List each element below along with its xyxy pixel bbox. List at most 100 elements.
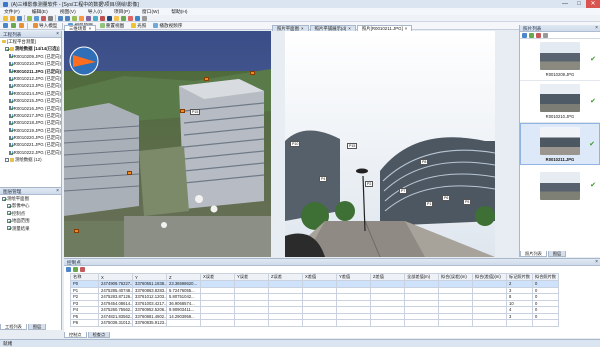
photo-marker-p6[interactable]: P6	[442, 195, 451, 201]
menu-view[interactable]: 视图(V)	[60, 8, 76, 15]
menu-import[interactable]: 导入(I)	[88, 8, 102, 15]
tree-photo-item[interactable]: R0010218.JPG (已定向)	[2, 119, 61, 126]
minimize-button[interactable]: —	[558, 0, 572, 8]
photo-viewport[interactable]: P10 P15 P4 P8 P2 P1 P6 P5 P7	[285, 31, 495, 257]
column-header[interactable]: Y差值	[336, 273, 371, 281]
move-icon[interactable]	[48, 15, 53, 21]
tab-project[interactable]: 工程列表	[0, 324, 27, 330]
photo-checkbox[interactable]	[9, 128, 12, 133]
column-header[interactable]: Y误差	[234, 273, 269, 281]
photo-checkbox[interactable]	[9, 61, 12, 66]
model-icon[interactable]	[19, 23, 24, 28]
menu-help[interactable]: 帮助(H)	[171, 8, 187, 15]
tree-root[interactable]: [工程平台测量]	[2, 38, 61, 45]
save-icon[interactable]	[17, 15, 22, 21]
table-row[interactable]: P6 2475039.31012... 33760835.9123...	[70, 319, 559, 327]
layer-checkbox[interactable]	[7, 218, 11, 223]
photo-checkbox[interactable]	[9, 54, 12, 59]
photo-marker-p2[interactable]: P2	[365, 181, 374, 187]
tree-footer-group[interactable]: 测绘数据 (12)	[2, 156, 61, 163]
tab-control-points[interactable]: 控制点	[64, 332, 87, 338]
close-icon[interactable]: ×	[56, 188, 59, 195]
photo-checkbox[interactable]	[9, 113, 12, 118]
maximize-button[interactable]: □	[572, 0, 586, 8]
photo-checkbox[interactable]	[9, 76, 12, 81]
delete-icon[interactable]	[41, 15, 46, 21]
column-header[interactable]: Y	[132, 273, 167, 281]
tree-photo-item[interactable]: R0010216.JPG (已定向)	[2, 105, 61, 112]
column-header[interactable]: Z	[166, 273, 201, 281]
scene-3d-viewport[interactable]: P15	[64, 31, 271, 257]
rotate-icon[interactable]	[86, 15, 91, 21]
import-model-button[interactable]: 导入模型	[31, 23, 59, 29]
menu-window[interactable]: 窗口(W)	[142, 8, 159, 15]
zoom-in-icon[interactable]	[58, 15, 63, 21]
select-icon[interactable]	[34, 15, 39, 21]
tree-photo-item[interactable]: R0010213.JPG (已定向)	[2, 82, 61, 89]
column-header[interactable]: 拟合(误差)(m)	[438, 273, 473, 281]
tree-photo-item[interactable]: R0010219.JPG (已定向)	[2, 127, 61, 134]
tree-photo-item[interactable]: R0010209.JPG (已定向)	[2, 53, 61, 60]
photo-thumb-item[interactable]: ✔ R0010210.JPG	[520, 81, 600, 123]
grid-icon[interactable]	[107, 15, 112, 21]
layer-item[interactable]: 控制点	[2, 210, 61, 217]
photo-checkbox[interactable]	[9, 98, 12, 103]
layer-checkbox[interactable]	[7, 211, 11, 216]
tree-photo-item[interactable]: R0010222.JPG (已定向)	[2, 149, 61, 156]
marker-flag[interactable]	[204, 77, 209, 81]
photo-marker-p10[interactable]: P10	[290, 141, 301, 147]
layer-item[interactable]: 影像中心	[2, 202, 61, 209]
add-point-icon[interactable]	[66, 267, 71, 272]
measure-icon[interactable]	[79, 15, 84, 21]
column-header[interactable]: Z差值	[370, 273, 405, 281]
photo-checkbox[interactable]	[9, 120, 12, 125]
marker-label[interactable]: P15	[190, 109, 201, 115]
column-header[interactable]: X误差	[200, 273, 235, 281]
photo-checkbox[interactable]	[9, 143, 12, 148]
marker-flag[interactable]	[127, 171, 132, 175]
layer-root[interactable]: 测绘平面图	[2, 195, 61, 202]
photo-marker-p8[interactable]: P8	[420, 159, 429, 165]
marker-flag[interactable]	[250, 71, 255, 75]
photo-marker-p1[interactable]: P1	[425, 201, 434, 207]
column-header[interactable]: 拟合照片数	[532, 273, 559, 281]
refresh-icon[interactable]	[529, 32, 534, 38]
import-points-icon[interactable]	[73, 267, 78, 272]
photo-checkbox[interactable]	[9, 84, 12, 89]
column-header[interactable]: 全部差值(m)	[404, 273, 439, 281]
column-header[interactable]: X差值	[302, 273, 337, 281]
pan-icon[interactable]	[11, 23, 16, 28]
layer-item[interactable]: 测量结果	[2, 225, 61, 232]
tree-photo-item[interactable]: R0010211.JPG (已定向)	[2, 68, 61, 75]
menu-project[interactable]: 项目(P)	[114, 8, 130, 15]
photo-marker-p15[interactable]: P15	[347, 143, 358, 149]
column-header[interactable]: Z误差	[268, 273, 303, 281]
tree-photo-item[interactable]: R0010210.JPG (已定向)	[2, 60, 61, 67]
pointer-icon[interactable]	[3, 23, 8, 28]
tree-photo-item[interactable]: R0010215.JPG (已定向)	[2, 97, 61, 104]
flag-icon[interactable]	[128, 15, 133, 21]
tree-group[interactable]: 测绘数据 [14/14(已选)]	[2, 45, 61, 52]
layer-icon[interactable]	[93, 15, 98, 21]
zoom-out-icon[interactable]	[65, 15, 70, 21]
fit-icon[interactable]	[72, 15, 77, 21]
marker-flag[interactable]	[74, 229, 79, 233]
export-icon[interactable]	[135, 15, 140, 21]
tree-photo-item[interactable]: R0010220.JPG (已定向)	[2, 134, 61, 141]
tab-right-layer[interactable]: 图层	[547, 251, 567, 257]
group-checkbox[interactable]	[5, 47, 9, 52]
add-icon[interactable]	[27, 15, 32, 21]
point-icon[interactable]	[100, 15, 105, 21]
close-button[interactable]: ✕	[586, 0, 600, 8]
delete-point-icon[interactable]	[80, 267, 85, 272]
photo-thumb-item[interactable]: ✔ R0010209.JPG	[520, 39, 600, 81]
photo-marker-p5[interactable]: P5	[463, 199, 472, 205]
photo-checkbox[interactable]	[9, 106, 12, 111]
layer-checkbox[interactable]	[7, 226, 11, 231]
column-header[interactable]: X	[98, 273, 133, 281]
tree-photo-item[interactable]: R0010221.JPG (已定向)	[2, 141, 61, 148]
settings-icon[interactable]	[142, 15, 147, 21]
menu-file[interactable]: 文件(F)	[4, 8, 20, 15]
camera-icon[interactable]	[121, 15, 126, 21]
photo-checkbox[interactable]	[9, 91, 12, 96]
